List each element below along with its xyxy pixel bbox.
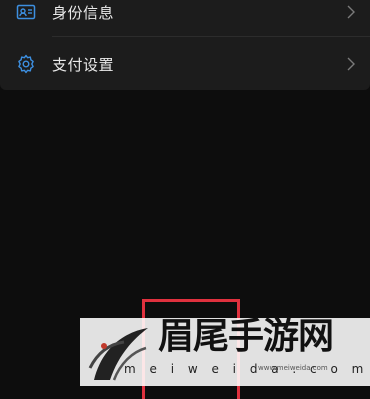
menu-item-payment-settings[interactable]: 支付设置 [0,41,370,87]
settings-card: 身份信息 支付设置 [0,0,370,90]
divider [52,36,370,37]
watermark-url: www.meiweida.com [258,364,328,372]
menu-item-label: 支付设置 [52,55,115,74]
gear-icon [18,54,34,74]
chevron-right-icon [347,5,355,19]
chevron-right-icon [347,57,355,71]
watermark-subtitle: m e i w e i d a . c o m [124,362,369,376]
id-card-icon [16,4,36,20]
menu-item-label: 身份信息 [52,3,115,22]
menu-item-identity[interactable]: 身份信息 [0,0,370,35]
watermark-title: 眉尾手游网 [158,315,334,357]
watermark-logo-icon [88,328,148,381]
